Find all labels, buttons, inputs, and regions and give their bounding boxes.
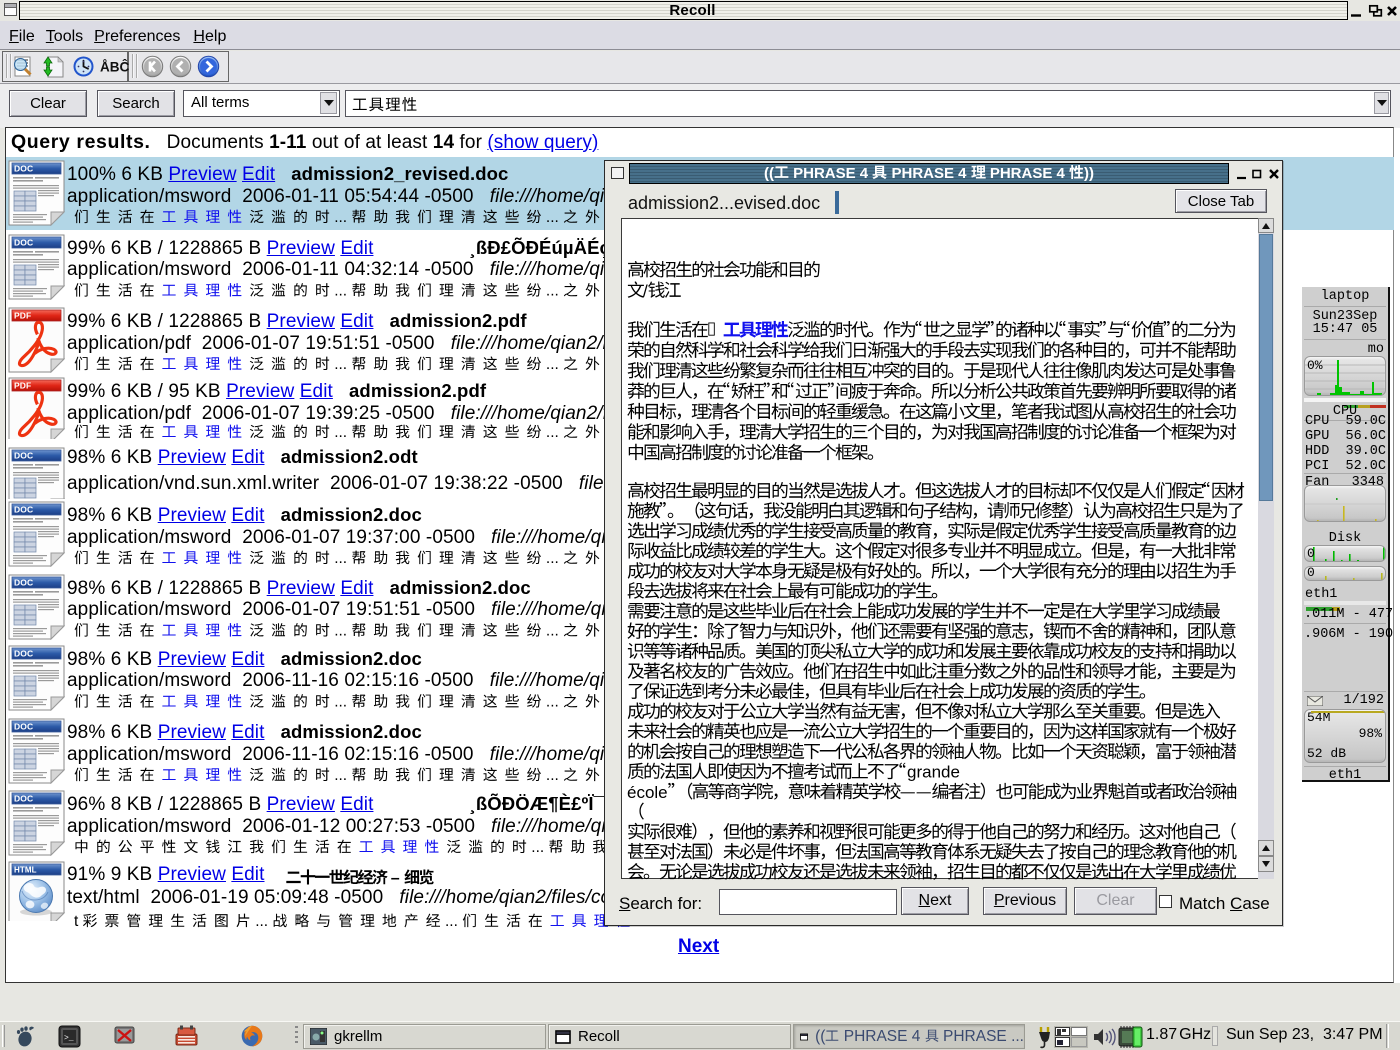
svg-text:/: / (643, 282, 648, 301)
svg-text:grande: grande (907, 763, 960, 782)
svg-text:école: école (627, 783, 668, 802)
svg-text:>_: >_ (64, 1034, 74, 1043)
